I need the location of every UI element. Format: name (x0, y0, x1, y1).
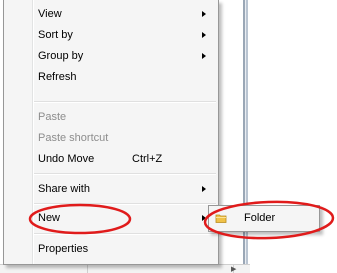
menu-item-paste-shortcut[interactable]: Paste shortcut (4, 128, 218, 149)
menu-item-label: Undo Move (38, 153, 95, 165)
window-bottom-bar: ▶ (0, 264, 250, 273)
submenu-item-label: Folder (244, 212, 276, 224)
submenu-arrow-icon (202, 53, 206, 59)
folder-icon (215, 214, 227, 223)
menu-separator (34, 173, 216, 175)
menu-item-properties[interactable]: Properties (4, 239, 218, 260)
menu-item-view[interactable]: View (4, 4, 218, 25)
menu-separator (34, 203, 216, 205)
submenu-arrow-icon (202, 215, 206, 221)
menu-item-label: New (38, 212, 61, 224)
new-submenu: Folder (208, 205, 320, 232)
menu-item-shortcut: Ctrl+Z (132, 153, 163, 165)
menu-item-group-by[interactable]: Group by (4, 46, 218, 67)
scroll-arrow-icon[interactable]: ▶ (231, 266, 236, 273)
menu-item-label: Share with (38, 183, 90, 195)
menu-item-paste[interactable]: Paste (4, 107, 218, 128)
column-divider (87, 265, 88, 273)
submenu-item-folder[interactable]: Folder (211, 208, 317, 229)
menu-item-label: Sort by (38, 29, 73, 41)
context-menu: View Sort by Group by Refresh Paste Past… (3, 0, 219, 265)
menu-item-label: View (38, 8, 62, 20)
menu-separator (34, 101, 216, 103)
menu-item-refresh[interactable]: Refresh (4, 67, 218, 88)
menu-item-sort-by[interactable]: Sort by (4, 25, 218, 46)
menu-item-label: Paste shortcut (38, 132, 109, 144)
menu-item-label: Group by (38, 50, 84, 62)
menu-item-share-with[interactable]: Share with (4, 179, 218, 200)
menu-item-label: Refresh (38, 71, 77, 83)
menu-item-undo-move[interactable]: Undo Move Ctrl+Z (4, 149, 218, 170)
submenu-arrow-icon (202, 32, 206, 38)
submenu-arrow-icon (202, 186, 206, 192)
window-divider (243, 0, 248, 273)
menu-item-label: Properties (38, 243, 89, 255)
menu-separator (34, 233, 216, 235)
desktop-area: ▶ View Sort by Group by Refresh Paste Pa… (0, 0, 337, 273)
menu-item-label: Paste (38, 111, 67, 123)
submenu-arrow-icon (202, 11, 206, 17)
menu-item-new[interactable]: New (4, 208, 218, 229)
